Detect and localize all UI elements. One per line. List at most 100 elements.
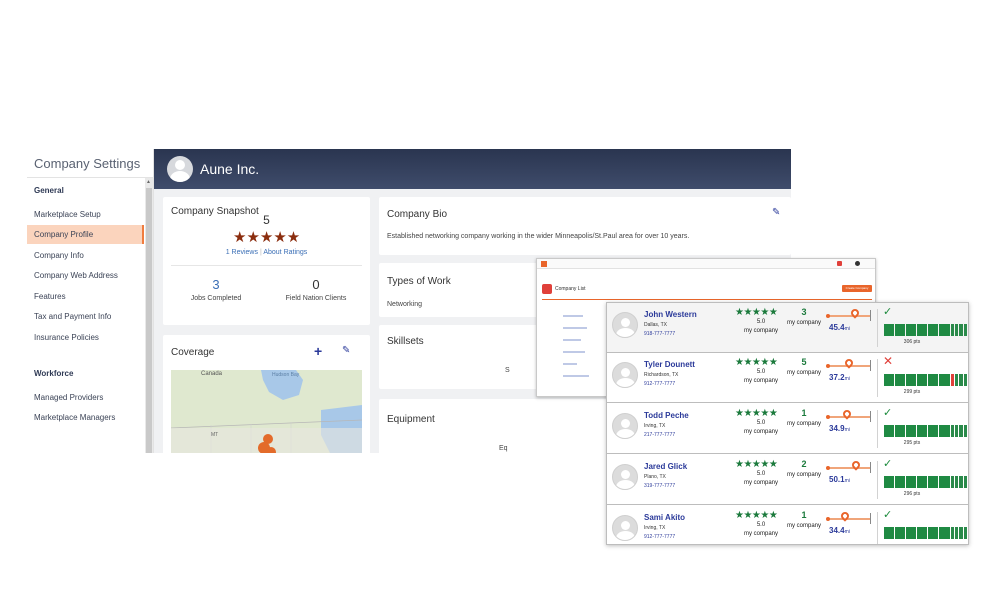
distance-value: 34.4 (829, 526, 845, 535)
edit-bio-pencil-icon[interactable]: ✎ (772, 207, 780, 218)
provider-rating-label: my company (743, 328, 778, 334)
score-bar-segment (950, 324, 954, 336)
provider-phone[interactable]: 217-777-7777 (644, 432, 675, 438)
sidebar-item-features[interactable]: Features (27, 287, 144, 306)
snapshot-score: 5 (263, 213, 270, 227)
provider-jobs-label: my company (787, 523, 822, 529)
sidebar-title: Company Settings (34, 156, 141, 171)
provider-name[interactable]: Todd Peche (644, 411, 689, 420)
distance-track (827, 518, 871, 520)
jobs-completed-count[interactable]: 3 (171, 277, 261, 292)
provider-name[interactable]: John Western (644, 310, 697, 319)
distance-value: 45.4 (829, 323, 845, 332)
map-label-mt: MT (211, 432, 219, 438)
score-bar-segment (939, 324, 950, 336)
sidebar-item-company-profile[interactable]: Company Profile (27, 225, 144, 244)
provider-distance: 37.2mi (829, 373, 850, 382)
origin-dot-icon (826, 314, 830, 318)
company-name: Aune Inc. (200, 161, 260, 177)
mini-divider (542, 299, 872, 300)
score-bar-segment (954, 324, 959, 336)
score-bar-segment (895, 374, 906, 386)
column-divider (877, 410, 878, 448)
distance-unit: mi (844, 427, 850, 433)
company-bio-card: Company Bio ✎ Established networking com… (379, 197, 791, 255)
about-ratings-link[interactable]: About Ratings (263, 249, 307, 256)
sidebar-scrollbar[interactable]: ▲ (145, 178, 153, 453)
score-bar-segment (917, 425, 928, 437)
mini-nav-bar (537, 259, 875, 269)
provider-phone[interactable]: 912-777-7777 (644, 534, 675, 540)
sidebar-item-company-info[interactable]: Company Info (27, 246, 144, 265)
provider-avatar (612, 515, 638, 541)
provider-jobs-count: 2 (801, 459, 807, 469)
provider-rating-label: my company (743, 531, 778, 537)
provider-rating-value: 5.0 (756, 471, 766, 477)
provider-name[interactable]: Tyler Dounett (644, 360, 695, 369)
distance-unit: mi (844, 326, 850, 332)
edit-coverage-pencil-icon[interactable]: ✎ (342, 345, 350, 356)
distance-track-end (870, 360, 871, 371)
provider-row[interactable]: Tyler Dounett Richardson, TX 912-777-777… (607, 353, 968, 403)
score-bar-segment (963, 527, 967, 539)
sidebar-item-insurance-policies[interactable]: Insurance Policies (27, 328, 144, 347)
map-label-hudson-bay: Hudson Bay (272, 372, 300, 378)
sidebar-item-managed-providers[interactable]: Managed Providers (27, 388, 144, 407)
distance-track (827, 467, 871, 469)
sidebar-item-tax-payment[interactable]: Tax and Payment Info (27, 307, 144, 326)
sidebar-item-marketplace-managers[interactable]: Marketplace Managers (27, 408, 144, 427)
scroll-up-arrow-icon[interactable]: ▲ (146, 179, 151, 185)
score-bar-segment (950, 476, 954, 488)
provider-city: Irving, TX (644, 423, 666, 429)
sidebar-section-workforce: Workforce (34, 369, 74, 378)
provider-phone[interactable]: 918-777-7777 (644, 331, 675, 337)
score-bar-segment (906, 476, 917, 488)
score-bar-segment (928, 324, 939, 336)
score-bar-segment (959, 324, 963, 336)
create-company-button[interactable]: Create Company (842, 285, 872, 292)
score-bar-segment (954, 374, 959, 386)
score-bar-segment (954, 476, 959, 488)
sidebar-item-marketplace-setup[interactable]: Marketplace Setup (27, 205, 144, 224)
score-bar-segment (917, 374, 928, 386)
provider-score-bar (884, 374, 967, 386)
provider-score-bar (884, 476, 967, 488)
jobs-completed-label: Jobs Completed (190, 295, 242, 302)
provider-distance: 45.4mi (829, 323, 850, 332)
mini-logo-icon (541, 261, 547, 267)
provider-row[interactable]: Sami Akito Irving, TX 912-777-7777 ★★★★★… (607, 506, 968, 544)
equipment-truncated-text: Eq (499, 445, 508, 452)
origin-dot-icon (826, 517, 830, 521)
provider-name[interactable]: Sami Akito (644, 513, 685, 522)
score-bar-segment (895, 425, 906, 437)
provider-row[interactable]: Todd Peche Irving, TX 217-777-7777 ★★★★★… (607, 404, 968, 454)
provider-phone[interactable]: 319-777-7777 (644, 483, 675, 489)
provider-row[interactable]: Jared Glick Plano, TX 319-777-7777 ★★★★★… (607, 455, 968, 505)
scrollbar-thumb[interactable] (146, 188, 152, 453)
add-coverage-plus-icon[interactable]: + (314, 343, 322, 359)
score-bar-segment (950, 527, 954, 539)
provider-phone[interactable]: 912-777-7777 (644, 381, 675, 387)
score-bar-segment (917, 527, 928, 539)
score-bar-segment (939, 425, 950, 437)
provider-name[interactable]: Jared Glick (644, 462, 687, 471)
distance-unit: mi (844, 478, 850, 484)
score-bar-segment (895, 527, 906, 539)
provider-rating-label: my company (743, 378, 778, 384)
origin-dot-icon (826, 364, 830, 368)
score-bar-segment (917, 324, 928, 336)
provider-jobs-label: my company (787, 421, 822, 427)
sidebar-item-company-web-address[interactable]: Company Web Address (27, 266, 144, 285)
score-bar-segment (906, 425, 917, 437)
provider-star-rating: ★★★★★ (735, 357, 778, 368)
reviews-link[interactable]: 1 Reviews (226, 249, 258, 256)
score-bar-segment (959, 374, 963, 386)
sidebar-divider (27, 177, 154, 178)
distance-track-end (870, 310, 871, 321)
provider-row[interactable]: John Western Dallas, TX 918-777-7777 ★★★… (607, 303, 968, 353)
check-icon: ✓ (883, 509, 893, 521)
score-bar-segment (963, 425, 967, 437)
score-bar-segment (950, 374, 954, 386)
coverage-map[interactable]: Canada Hudson Bay MT (171, 370, 362, 453)
provider-jobs-label: my company (787, 472, 822, 478)
